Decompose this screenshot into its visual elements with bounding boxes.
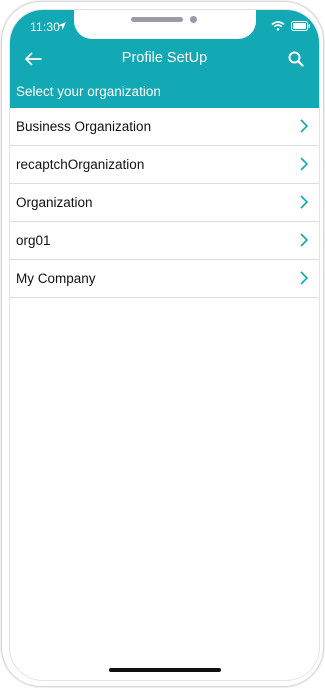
notch [74, 10, 256, 39]
organization-list: Business Organization recaptchOrganizati… [10, 108, 319, 298]
chevron-right-icon [300, 233, 309, 247]
back-button[interactable] [20, 46, 46, 72]
list-item-business-organization[interactable]: Business Organization [10, 108, 319, 146]
wifi-icon [271, 21, 285, 31]
list-item-label: recaptchOrganization [16, 157, 145, 172]
list-item-label: Business Organization [16, 119, 152, 134]
arrow-left-icon [25, 52, 42, 66]
list-item-org01[interactable]: org01 [10, 222, 319, 260]
list-item-label: org01 [16, 233, 51, 248]
search-button[interactable] [283, 46, 309, 72]
chevron-right-icon [300, 195, 309, 209]
list-item-label: Organization [16, 195, 93, 210]
phone-screen: 11:30 Profile SetUp Select your organiza… [9, 9, 320, 681]
chevron-right-icon [300, 119, 309, 133]
phone-frame: 11:30 Profile SetUp Select your organiza… [1, 1, 324, 687]
section-subtitle: Select your organization [16, 84, 161, 99]
status-time: 11:30 [30, 20, 61, 34]
chevron-right-icon [300, 157, 309, 171]
battery-icon [291, 21, 310, 31]
speaker [131, 17, 183, 22]
page-title: Profile SetUp [121, 50, 208, 66]
list-item-organization[interactable]: Organization [10, 184, 319, 222]
home-indicator[interactable] [109, 668, 221, 672]
header: 11:30 Profile SetUp Select your organiza… [10, 10, 319, 108]
search-icon [288, 51, 304, 67]
list-item-label: My Company [16, 271, 96, 286]
list-item-my-company[interactable]: My Company [10, 260, 319, 298]
app-bar: Profile SetUp [10, 44, 319, 74]
chevron-right-icon [300, 271, 309, 285]
list-item-recaptch-organization[interactable]: recaptchOrganization [10, 146, 319, 184]
location-arrow-icon [58, 22, 66, 30]
front-camera [190, 16, 197, 23]
status-bar: 11:30 [10, 10, 319, 40]
